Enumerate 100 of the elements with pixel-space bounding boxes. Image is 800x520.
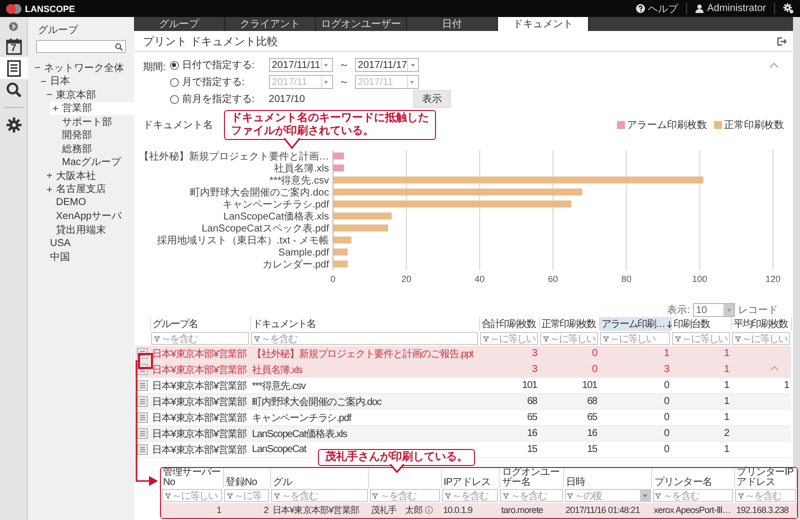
tree-item[interactable]: 営業部 [50, 102, 134, 115]
table-cell: 15 [527, 444, 537, 455]
calendar-icon: 7 [6, 38, 22, 54]
column-header[interactable]: グル [272, 478, 292, 488]
column-header[interactable]: IPアドレス [444, 478, 491, 488]
user-menu[interactable]: Administrator [695, 3, 766, 14]
radio-button[interactable] [170, 60, 179, 70]
collapse-panel-icon[interactable] [9, 22, 18, 31]
details-icon[interactable] [137, 380, 148, 391]
settings-button[interactable] [783, 3, 794, 14]
filter-field[interactable]: ～に等しい [732, 332, 790, 345]
collapse-icon[interactable] [769, 62, 779, 68]
expand-icon[interactable] [52, 104, 59, 112]
table-cell: 16 [527, 428, 537, 439]
table-cell: 1 [216, 505, 222, 515]
category-label: キャンペーンチラシ.pdf [222, 200, 329, 210]
column-header[interactable]: 管理サーバーNo [163, 468, 221, 488]
table-cell: 2 [724, 428, 729, 439]
tree-item[interactable]: ネットワーク全体 [32, 61, 134, 74]
filter-field[interactable]: ～に等しい [480, 332, 538, 345]
column-header[interactable]: 正常印刷枚数 [539, 317, 599, 331]
table-cell: 日本¥東京本部¥営業部 [152, 428, 247, 440]
column-header[interactable]: プリンター名 [654, 478, 712, 488]
filter-field[interactable]: ～に等 [224, 489, 270, 502]
tab[interactable]: ドキュメント [498, 17, 589, 31]
table-cell: ***得意先.csv [252, 380, 306, 392]
filter-field[interactable]: ～に等しい [540, 332, 598, 345]
search-field[interactable] [36, 40, 126, 53]
tree-item[interactable]: 日本 [38, 74, 134, 88]
table-cell: 101 [522, 380, 537, 391]
details-icon[interactable] [137, 444, 148, 455]
scrollbar[interactable] [793, 17, 800, 520]
tree-item[interactable]: 開発部 [50, 128, 134, 142]
table-cell: 3 [532, 348, 537, 359]
date-combo[interactable]: 2017/11/17 [354, 58, 419, 72]
table-cell: 【社外秘】新規プロジェクト要件と計画のご報告.ppt [252, 348, 474, 360]
details-icon[interactable] [137, 412, 148, 423]
table-cell: 1 [664, 348, 669, 359]
radio-label[interactable]: 日付で指定する: [182, 58, 266, 72]
table-cell: 192.168.3.238 [736, 505, 789, 515]
calendar-nav-button[interactable]: 7 [0, 35, 28, 57]
column-header[interactable]: 日時 [566, 478, 586, 488]
column-header[interactable]: アラーム印刷… [599, 317, 671, 331]
details-icon[interactable] [137, 428, 148, 439]
tree-item[interactable]: Macグループ [50, 156, 134, 169]
show-button[interactable]: 表示 [412, 90, 451, 108]
tab[interactable]: ログオンユーザー [316, 17, 407, 31]
table-cell: 2 [264, 505, 268, 515]
tree-item[interactable]: 名古屋支店 [44, 182, 134, 196]
column-header[interactable]: ログオンユーザー名 [502, 468, 562, 488]
month-value: 2017/10 [268, 94, 306, 104]
filter-field[interactable]: ～に等しい [162, 489, 222, 502]
radio-label[interactable]: 前月を指定する: [182, 92, 266, 106]
filter-field[interactable]: ～に等しい [672, 332, 730, 345]
radio-button[interactable] [170, 94, 179, 104]
info-icon[interactable] [425, 506, 434, 514]
page-title: プリント ドキュメント比較 [143, 34, 278, 48]
filter-field[interactable]: ～を含む [370, 489, 440, 502]
table-cell: キャンペーンチラシ.pdf [252, 412, 351, 424]
tree-item[interactable]: DEMO [44, 196, 134, 210]
table-cell: 日本¥東京本部¥営業部 [152, 396, 247, 408]
page-size-select[interactable]: 10 [693, 303, 735, 317]
tree-item[interactable]: 貸出用端末 [44, 223, 134, 236]
column-header[interactable]: 合計印刷枚数 [479, 317, 539, 331]
filter-field[interactable]: ～を含む [500, 489, 563, 502]
tab[interactable]: グループ [134, 17, 225, 31]
date-combo[interactable]: 2017/11/11 [268, 58, 333, 72]
details-icon[interactable] [137, 396, 148, 407]
filter-field[interactable]: ～を含む [652, 489, 734, 502]
column-header[interactable]: ドキュメント名 [250, 317, 479, 331]
table-cell: 0 [664, 380, 669, 391]
category-label: 町内野球大会開催のご案内.doc [190, 188, 329, 198]
filter-field[interactable]: ～を含む [271, 489, 368, 502]
exit-icon[interactable] [777, 36, 787, 46]
filter-select[interactable]: ～の後 [564, 489, 651, 502]
column-header[interactable]: 平均印刷枚数 [731, 317, 791, 331]
column-header[interactable]: グループ名 [150, 317, 250, 331]
filter-field[interactable]: ～を含む [151, 332, 249, 345]
filter-field[interactable]: ～に等しい [600, 332, 670, 345]
column-header[interactable]: 登録No [226, 478, 257, 488]
tree-item[interactable]: 中国 [38, 250, 134, 264]
tree-item[interactable]: XenAppサーバ [44, 210, 134, 223]
settings-icon [6, 117, 22, 133]
filter-field[interactable]: ～を含む [735, 489, 796, 502]
column-header[interactable]: 印刷台数 [671, 317, 731, 331]
filter-field[interactable]: ～を含む [442, 489, 498, 502]
column-header[interactable]: プリンターIPアドレス [736, 468, 794, 488]
filter-field[interactable]: ～を含む [251, 332, 478, 345]
document-nav-button[interactable] [0, 57, 28, 79]
table-cell: 茂礼手 太郎 [370, 504, 422, 514]
tree-item[interactable]: USA [38, 236, 134, 250]
tree-item[interactable]: 大阪本社 [44, 169, 134, 182]
help-link[interactable]: ヘルプ [636, 2, 678, 16]
tree-item[interactable]: 総務部 [50, 142, 134, 156]
tab[interactable]: クライアント [225, 17, 316, 31]
category-label: LanScopeCatスペック表.pdf [202, 224, 329, 234]
table-cell: 日本¥東京本部¥営業部 [152, 444, 247, 456]
table-cell: 65 [527, 412, 537, 423]
tree-item[interactable]: サポート部 [50, 115, 134, 128]
tree-item[interactable]: 東京本部 [44, 88, 134, 102]
